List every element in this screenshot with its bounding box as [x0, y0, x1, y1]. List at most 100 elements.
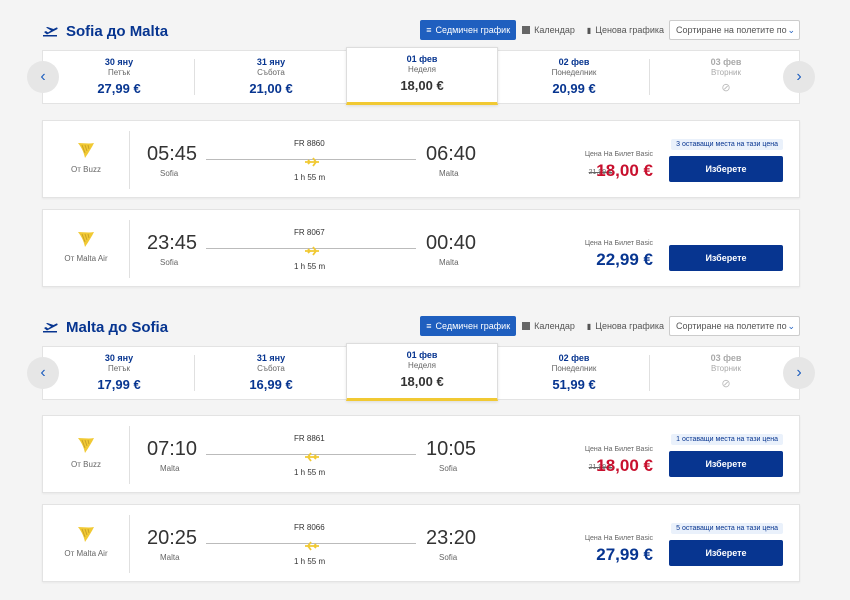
weekly-label: Седмичен график: [435, 25, 511, 35]
view-switcher: ≡ Седмичен график Календар ▮ Ценова график…: [420, 316, 670, 336]
calendar-view-button[interactable]: Календар: [516, 316, 581, 336]
chevron-down-icon: ⌄: [787, 24, 795, 35]
outbound-section: Sofia до Malta ≡ Седмичен график Календар…: [27, 18, 815, 105]
operator-name: От Malta Air: [64, 254, 108, 263]
weekly-view-button[interactable]: ≡ Седмичен график: [420, 316, 517, 336]
duration: 1 h 55 m: [294, 468, 326, 477]
date-label: 03 фев: [710, 353, 742, 363]
date-tab-disabled: 03 фев Вторник ⊘: [650, 51, 802, 103]
date-tab[interactable]: 31 яну Събота 21,00 €: [195, 51, 347, 103]
list-icon: ≡: [426, 321, 432, 331]
date-strip: ‹ 30 яну Петък 27,99 € 31 яну Събота 21,00 €…: [27, 47, 815, 105]
date-tab[interactable]: 30 яну Петък 17,99 €: [43, 347, 195, 399]
weekday-label: Петък: [107, 364, 131, 373]
calendar-view-button[interactable]: Календар: [516, 20, 581, 40]
plane-icon: [304, 243, 320, 261]
arrival-time: 06:40: [426, 143, 477, 165]
date-price: 51,99 €: [552, 377, 596, 392]
departure-city: Malta: [160, 464, 180, 473]
fare-label: Цена На Билет Basic: [584, 446, 653, 453]
plane-icon: [304, 538, 320, 556]
select-flight-button[interactable]: Изберете: [669, 156, 783, 182]
date-label: 01 фев: [406, 54, 438, 64]
bar-chart-icon: ▮: [586, 321, 592, 331]
weekday-label: Събота: [257, 68, 285, 77]
date-price: 21,00 €: [249, 81, 293, 96]
ryanair-harp-icon: [43, 141, 129, 159]
date-price: 18,00 €: [400, 78, 444, 93]
no-flights-icon: ⊘: [721, 82, 731, 94]
weekday-label: Събота: [257, 364, 285, 373]
operator: От Buzz: [43, 121, 129, 199]
no-flights-icon: ⊘: [721, 378, 731, 390]
sort-dropdown[interactable]: Сортиране на полетите по ⌄: [669, 20, 800, 40]
operator-name: От Malta Air: [64, 549, 108, 558]
flight-number: FR 8860: [294, 139, 325, 148]
operator-name: От Buzz: [71, 460, 101, 469]
date-tab[interactable]: 30 яну Петък 27,99 €: [43, 51, 195, 103]
arrival-city: Malta: [439, 258, 459, 267]
plane-takeoff-icon: [42, 321, 58, 333]
section-title: Sofia до Malta: [42, 18, 168, 44]
operator-name: От Buzz: [71, 165, 101, 174]
fare-price: 18,00 €: [596, 161, 653, 180]
section-title: Malta до Sofia: [42, 314, 168, 340]
select-flight-button[interactable]: Изберете: [669, 540, 783, 566]
date-tab[interactable]: 31 яну Събота 16,99 €: [195, 347, 347, 399]
weekday-label: Понеделник: [551, 68, 597, 77]
date-label: 30 яну: [104, 353, 134, 363]
flight-card: От Buzz 05:45 Sofia FR 8860 1 h 55 m 06:…: [42, 120, 800, 198]
date-price: 20,99 €: [552, 81, 596, 96]
date-label: 31 яну: [256, 57, 286, 67]
weekday-label: Петък: [107, 68, 131, 77]
date-tab-disabled: 03 фев Вторник ⊘: [650, 347, 802, 399]
plane-icon: [304, 154, 320, 172]
fare-label: Цена На Билет Basic: [584, 240, 653, 247]
chevron-right-icon: ›: [796, 364, 802, 381]
operator: От Malta Air: [43, 505, 129, 583]
price-chart-view-button[interactable]: ▮ Ценова графика: [581, 20, 670, 40]
date-tab[interactable]: 02 фев Понеделник 51,99 €: [498, 347, 650, 399]
date-label: 02 фев: [558, 353, 590, 363]
weekday-label: Вторник: [711, 364, 741, 373]
date-label: 30 яну: [104, 57, 134, 67]
chevron-right-icon: ›: [796, 68, 802, 85]
departure-time: 20:25: [147, 527, 198, 549]
next-week-button[interactable]: ›: [783, 357, 815, 389]
fare-label: Цена На Билет Basic: [584, 151, 653, 158]
seats-left-badge: 3 оставащи места на тази цена: [671, 139, 783, 150]
weekday-label: Неделя: [408, 361, 436, 370]
calendar-icon: [522, 26, 531, 34]
sort-label: Сортиране на полетите по: [676, 321, 787, 331]
seats-left-badge: 5 оставащи места на тази цена: [671, 523, 783, 534]
next-week-button[interactable]: ›: [783, 61, 815, 93]
flight-number: FR 8861: [294, 434, 325, 443]
date-label: 03 фев: [710, 57, 742, 67]
ryanair-harp-icon: [43, 230, 129, 248]
calendar-label: Календар: [534, 321, 575, 331]
ryanair-harp-icon: [43, 525, 129, 543]
sort-label: Сортиране на полетите по: [676, 25, 787, 35]
section-header: Sofia до Malta ≡ Седмичен график Календар…: [42, 18, 800, 44]
price-chart-view-button[interactable]: ▮ Ценова графика: [581, 316, 670, 336]
divider: [129, 220, 130, 278]
date-tab-selected[interactable]: 01 фев Неделя 18,00 €: [346, 343, 498, 401]
arrival-time: 10:05: [426, 438, 477, 460]
date-price: 27,99 €: [97, 81, 141, 96]
weekly-view-button[interactable]: ≡ Седмичен график: [420, 20, 517, 40]
flight-card: От Malta Air 20:25 Malta FR 8066 1 h 55 …: [42, 504, 800, 582]
route-title: Malta до Sofia: [66, 318, 169, 336]
date-strip: ‹ 30 яну Петък 17,99 € 31 яну Събота 16,99 €…: [27, 343, 815, 401]
arrival-city: Sofia: [439, 464, 458, 473]
select-flight-button[interactable]: Изберете: [669, 245, 783, 271]
date-tab-selected[interactable]: 01 фев Неделя 18,00 €: [346, 47, 498, 105]
sort-dropdown[interactable]: Сортиране на полетите по ⌄: [669, 316, 800, 336]
seats-left-badge: 1 оставащи места на тази цена: [671, 434, 783, 445]
flight-card: От Malta Air 23:45 Sofia FR 8067 1 h 55 …: [42, 209, 800, 287]
divider: [129, 131, 130, 189]
departure-time: 07:10: [147, 438, 198, 460]
price-chart-label: Ценова графика: [595, 321, 664, 331]
date-tab[interactable]: 02 фев Понеделник 20,99 €: [498, 51, 650, 103]
select-flight-button[interactable]: Изберете: [669, 451, 783, 477]
fare-label: Цена На Билет Basic: [584, 535, 653, 542]
